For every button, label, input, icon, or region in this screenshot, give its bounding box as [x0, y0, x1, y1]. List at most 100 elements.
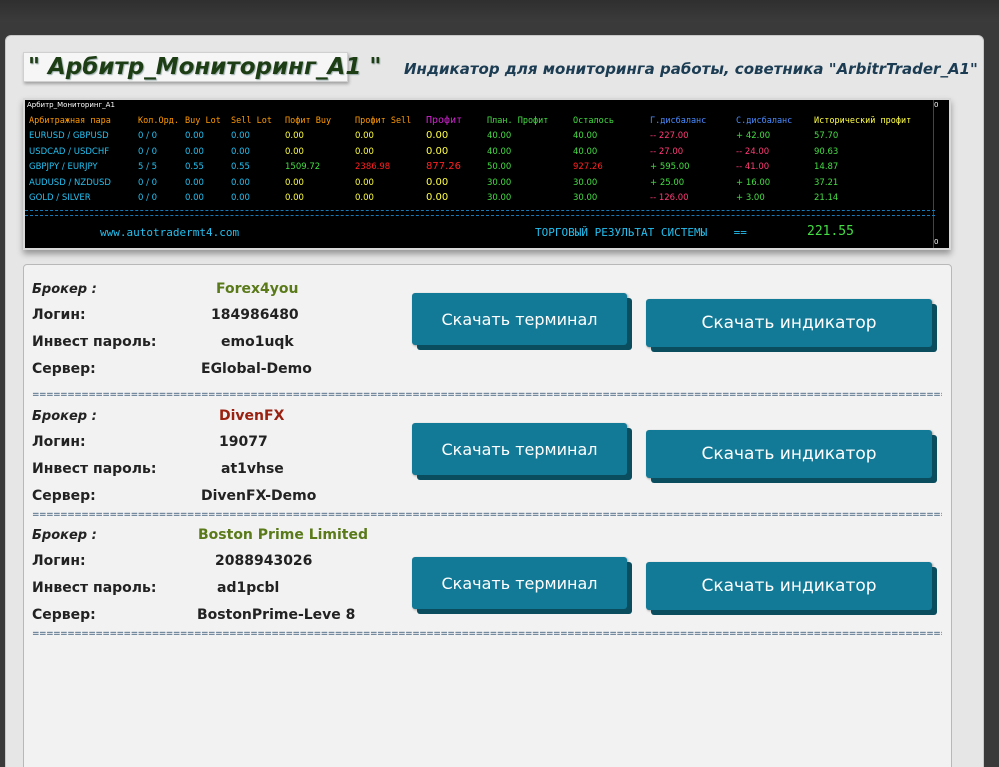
monitor-panel: Арбитр_Мониторинг_A1 0 0 Арбитражная пар… [23, 98, 951, 250]
monitor-cell: 0 / 0 [138, 131, 158, 141]
monitor-cell: 14.87 [814, 162, 839, 172]
monitor-cell: 0.00 [185, 147, 204, 157]
monitor-cell: -- 126.00 [650, 193, 689, 203]
monitor-cell: 30.00 [573, 178, 598, 188]
password-label: Инвест пароль: [32, 461, 157, 477]
brokers-panel: Брокер : Forex4you Логин: 184986480 Инве… [23, 264, 952, 767]
divider: ========================================… [32, 390, 942, 400]
monitor-cell: 0.00 [185, 131, 204, 141]
monitor-col-header: Осталось [573, 116, 614, 126]
monitor-cell: 0.00 [231, 131, 250, 141]
monitor-result-value: 221.55 [807, 224, 854, 239]
monitor-cell: 0.00 [231, 193, 250, 203]
title-box: " Арбитр_Мониторинг_A1 " [23, 52, 381, 82]
password-value: emo1uqk [221, 334, 294, 350]
monitor-cell: 0.00 [355, 178, 374, 188]
monitor-cell: 0 / 0 [138, 193, 158, 203]
monitor-cell: 0.00 [285, 147, 304, 157]
server-value: BostonPrime-Leve 8 [197, 607, 356, 623]
download-indicator-button[interactable]: Скачать индикатор [646, 562, 932, 610]
monitor-separator [25, 210, 935, 216]
login-value: 19077 [219, 434, 268, 450]
download-indicator-button[interactable]: Скачать индикатор [646, 430, 932, 478]
login-value: 2088943026 [215, 553, 313, 569]
divider: ========================================… [32, 629, 942, 639]
page-title: " Арбитр_Мониторинг_A1 " [28, 54, 382, 80]
monitor-pair-name: AUDUSD / NZDUSD [29, 178, 111, 188]
monitor-pair-name: GOLD / SILVER [29, 193, 91, 203]
monitor-col-header: Арбитражная пара [29, 116, 111, 126]
login-label: Логин: [32, 307, 86, 323]
monitor-cell: 0.00 [285, 193, 304, 203]
monitor-cell: 2386.98 [355, 162, 391, 172]
monitor-cell: + 16.00 [736, 178, 771, 188]
broker-name: Boston Prime Limited [198, 527, 369, 543]
monitor-cell: 0.00 [231, 147, 250, 157]
download-terminal-button[interactable]: Скачать терминал [412, 293, 627, 345]
monitor-col-header: Buy Lot [185, 116, 221, 126]
monitor-cell: 0.55 [185, 162, 204, 172]
broker-label: Брокер : [32, 409, 97, 424]
monitor-cell: 0.00 [285, 131, 304, 141]
monitor-cell: 0.00 [231, 178, 250, 188]
monitor-cell: -- 27.00 [650, 147, 684, 157]
monitor-pair-name: EURUSD / GBPUSD [29, 131, 109, 141]
monitor-col-header: Профит [426, 115, 463, 126]
monitor-cell: 927.26 [573, 162, 603, 172]
monitor-url: www.autotradermt4.com [100, 226, 240, 239]
monitor-col-header: Пофит Buy [285, 116, 332, 126]
server-label: Сервер: [32, 607, 96, 623]
monitor-cell: + 595.00 [650, 162, 690, 172]
page-subtitle: Индикатор для мониторинга работы, советн… [404, 60, 978, 78]
monitor-cell: 0.00 [355, 131, 374, 141]
monitor-col-header: С.дисбаланс [736, 116, 793, 126]
server-value: EGlobal-Demo [201, 361, 312, 377]
monitor-col-header: Исторический профит [814, 116, 912, 126]
monitor-cell: 21.14 [814, 193, 839, 203]
monitor-cell: 40.00 [573, 147, 598, 157]
broker-name: DivenFX [219, 408, 285, 424]
download-indicator-button[interactable]: Скачать индикатор [646, 299, 932, 347]
monitor-cell: 40.00 [573, 131, 598, 141]
monitor-cell: 0.00 [185, 178, 204, 188]
monitor-cell: 1509.72 [285, 162, 321, 172]
monitor-cell: 40.00 [487, 131, 512, 141]
monitor-cell: 37.21 [814, 178, 839, 188]
monitor-cell: 0 / 0 [138, 147, 158, 157]
monitor-cell: -- 41.00 [736, 162, 770, 172]
password-value: ad1pcbl [217, 580, 280, 596]
broker-name: Forex4you [216, 281, 299, 297]
monitor-cell: + 42.00 [736, 131, 771, 141]
download-terminal-button[interactable]: Скачать терминал [412, 423, 627, 475]
server-value: DivenFX-Demo [201, 488, 317, 504]
monitor-col-header: Г.дисбаланс [650, 116, 707, 126]
monitor-cell: 50.00 [487, 162, 512, 172]
monitor-col-header: План. Профит [487, 116, 549, 126]
page-container: " Арбитр_Мониторинг_A1 " Индикатор для м… [5, 35, 984, 767]
top-bar [0, 0, 999, 22]
monitor-cell: 0 / 0 [138, 178, 158, 188]
monitor-cell: -- 24.00 [736, 147, 770, 157]
server-label: Сервер: [32, 361, 96, 377]
monitor-pair-name: GBPJPY / EURJPY [29, 162, 98, 172]
monitor-col-header: Sell Lot [231, 116, 272, 126]
divider: ========================================… [32, 510, 942, 520]
monitor-col-header: Кол.Орд. [138, 116, 179, 126]
monitor-cell: 0.00 [426, 130, 449, 141]
monitor-cell: 57.70 [814, 131, 839, 141]
monitor-cell: 877.26 [426, 161, 461, 172]
download-terminal-button[interactable]: Скачать терминал [412, 557, 627, 609]
password-label: Инвест пароль: [32, 580, 157, 596]
monitor-pair-name: USDCAD / USDCHF [29, 147, 110, 157]
monitor-col-header: Профит Sell [355, 116, 412, 126]
broker-label: Брокер : [32, 282, 97, 297]
monitor-cell: -- 227.00 [650, 131, 689, 141]
login-value: 184986480 [211, 307, 299, 323]
monitor-cell: 0.00 [355, 147, 374, 157]
login-label: Логин: [32, 553, 86, 569]
monitor-cell: 90.63 [814, 147, 839, 157]
monitor-cell: 0.00 [426, 192, 449, 203]
monitor-title: Арбитр_Мониторинг_A1 [27, 101, 115, 109]
monitor-cell: + 25.00 [650, 178, 685, 188]
broker-label: Брокер : [32, 528, 97, 543]
